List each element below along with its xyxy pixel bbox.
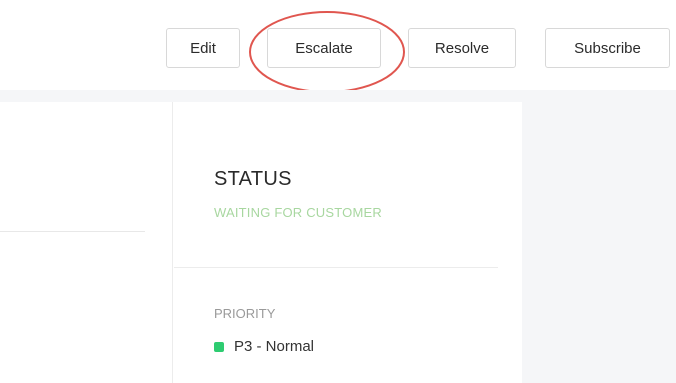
- escalate-button[interactable]: Escalate: [267, 28, 381, 68]
- subscribe-button[interactable]: Subscribe: [545, 28, 670, 68]
- status-heading: STATUS: [214, 168, 292, 190]
- resolve-button-label: Resolve: [434, 39, 490, 57]
- subscribe-button-label: Subscribe: [574, 39, 641, 57]
- escalate-button-label: Escalate: [295, 39, 353, 57]
- priority-field: P3 - Normal: [214, 338, 314, 355]
- priority-label: PRIORITY: [214, 306, 276, 321]
- priority-indicator-icon: [214, 341, 224, 352]
- status-value: WAITING FOR CUSTOMER: [214, 205, 382, 220]
- edit-button-label: Edit: [190, 39, 216, 57]
- details-divider: [174, 267, 498, 268]
- resolve-button[interactable]: Resolve: [408, 28, 516, 68]
- edit-button[interactable]: Edit: [166, 28, 240, 68]
- ticket-main-panel: [0, 102, 172, 383]
- priority-value: P3 - Normal: [234, 338, 315, 355]
- main-panel-divider: [0, 231, 145, 232]
